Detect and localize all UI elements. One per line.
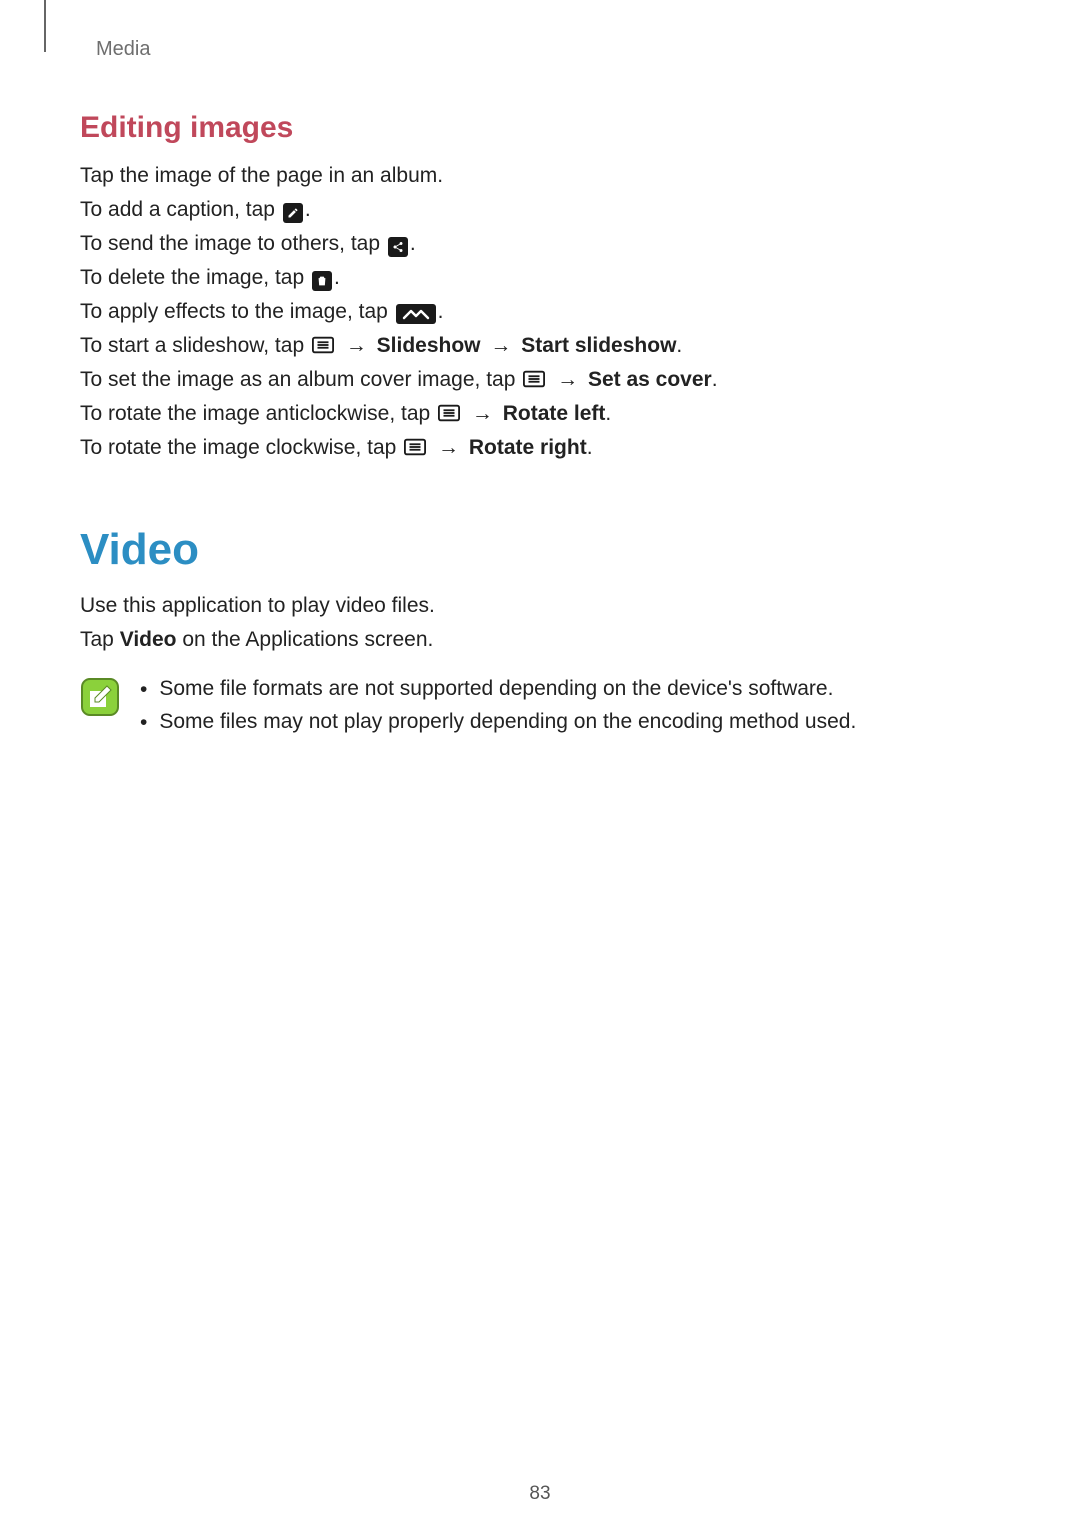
text: .	[712, 368, 718, 391]
share-icon	[388, 237, 408, 257]
line-effects: To apply effects to the image, tap .	[80, 295, 1000, 329]
menu-icon	[312, 337, 334, 353]
heading-video: Video	[80, 525, 1000, 575]
text: on the Applications screen.	[177, 628, 434, 651]
text: .	[587, 436, 593, 459]
text: To add a caption, tap	[80, 198, 281, 221]
menu-icon	[523, 371, 545, 387]
text: .	[438, 300, 444, 323]
page-number: 83	[0, 1483, 1080, 1505]
arrow: →	[468, 402, 497, 425]
arrow: →	[486, 334, 515, 357]
bold-set-as-cover: Set as cover	[588, 368, 712, 391]
trash-icon	[312, 271, 332, 291]
line-slideshow: To start a slideshow, tap → Slideshow → …	[80, 329, 1000, 363]
text: .	[605, 402, 611, 425]
note-list: • Some file formats are not supported de…	[140, 673, 856, 739]
bullet: •	[140, 706, 147, 739]
arrow: →	[553, 368, 582, 391]
effects-icon	[396, 304, 436, 324]
video-use: Use this application to play video files…	[80, 589, 1000, 623]
line-rotate-left: To rotate the image anticlockwise, tap →…	[80, 397, 1000, 431]
bold-rotate-left: Rotate left	[503, 402, 606, 425]
text: Tap	[80, 628, 120, 651]
bold-video: Video	[120, 628, 177, 651]
text: .	[305, 198, 311, 221]
pencil-icon	[283, 203, 303, 223]
heading-editing-images: Editing images	[80, 111, 1000, 145]
list-item: • Some file formats are not supported de…	[140, 673, 856, 706]
bullet: •	[140, 673, 147, 706]
line-rotate-right: To rotate the image clockwise, tap → Rot…	[80, 431, 1000, 465]
header-rule	[44, 0, 46, 52]
text: .	[410, 232, 416, 255]
text: To delete the image, tap	[80, 266, 310, 289]
line-cover: To set the image as an album cover image…	[80, 363, 1000, 397]
menu-icon	[404, 439, 426, 455]
text: .	[676, 334, 682, 357]
section-label: Media	[96, 38, 1000, 61]
text: .	[334, 266, 340, 289]
list-item: • Some files may not play properly depen…	[140, 706, 856, 739]
text: To rotate the image anticlockwise, tap	[80, 402, 436, 425]
page: Media Editing images Tap the image of th…	[0, 0, 1080, 1527]
note-icon	[80, 677, 120, 717]
line-delete: To delete the image, tap .	[80, 261, 1000, 295]
text: To start a slideshow, tap	[80, 334, 310, 357]
line-intro: Tap the image of the page in an album.	[80, 159, 1000, 193]
line-caption: To add a caption, tap .	[80, 193, 1000, 227]
text: To set the image as an album cover image…	[80, 368, 521, 391]
arrow: →	[434, 436, 463, 459]
video-tap: Tap Video on the Applications screen.	[80, 623, 1000, 657]
bold-rotate-right: Rotate right	[469, 436, 587, 459]
note-text: Some file formats are not supported depe…	[159, 673, 833, 706]
line-send: To send the image to others, tap .	[80, 227, 1000, 261]
text: To send the image to others, tap	[80, 232, 386, 255]
text: To apply effects to the image, tap	[80, 300, 394, 323]
note-block: • Some file formats are not supported de…	[80, 673, 1000, 739]
bold-start-slideshow: Start slideshow	[521, 334, 676, 357]
note-text: Some files may not play properly dependi…	[159, 706, 856, 739]
text: To rotate the image clockwise, tap	[80, 436, 402, 459]
bold-slideshow: Slideshow	[377, 334, 481, 357]
menu-icon	[438, 405, 460, 421]
arrow: →	[342, 334, 371, 357]
